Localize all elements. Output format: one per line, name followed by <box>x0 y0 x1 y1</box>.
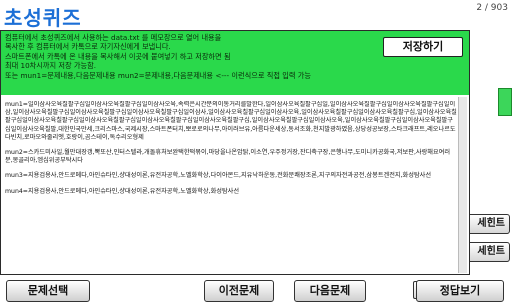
background-green-tab <box>498 88 512 116</box>
text-line: mun3=지용검용사,안드로메다,아인슈타인,샹대성이론,유전자공학,노벨화학상… <box>5 172 432 180</box>
bottom-nav-bar: 문제선택 이전문제 다음문제 정답보기 <box>0 276 512 307</box>
page-counter: 2 / 903 <box>476 3 508 13</box>
data-text-area[interactable]: mun1=일이삼사오육칠팔구십일이삼사오육칠팔구십일이삼사오육,속력은시간분의이… <box>5 101 457 271</box>
data-import-dialog: 컴퓨터에서 초성퀴즈에서 사용하는 data.txt 를 메모장으로 열어 내용… <box>0 30 470 299</box>
hint-button-2[interactable]: 세힌트 <box>464 242 510 262</box>
show-answer-button[interactable]: 정답보기 <box>416 280 504 302</box>
text-line: mun4=지용검용사,안드로메다,아인슈타인,샹대성이론,유전자공학,노벨화학상… <box>5 187 240 195</box>
hint-button-1[interactable]: 세힌트 <box>464 214 510 234</box>
prev-question-button[interactable]: 이전문제 <box>204 280 274 302</box>
app-title: 초성퀴즈 <box>4 6 82 30</box>
text-line: mun2=스카드미사일,월만대장갱,뽁또산,인터스텔라,개돌휴처보완택한떡볶이,… <box>5 149 451 165</box>
text-line: mun1=일이삼사오육칠팔구십일이삼사오육칠팔구십일이삼사오육,속력은시간분의이… <box>5 101 457 141</box>
select-question-button[interactable]: 문제선택 <box>6 280 90 302</box>
text-scrollbar[interactable] <box>458 97 467 273</box>
save-button[interactable]: 저장하기 <box>383 37 463 57</box>
dialog-header: 컴퓨터에서 초성퀴즈에서 사용하는 data.txt 를 메모장으로 열어 내용… <box>1 31 469 95</box>
next-question-button[interactable]: 다음문제 <box>294 280 366 302</box>
